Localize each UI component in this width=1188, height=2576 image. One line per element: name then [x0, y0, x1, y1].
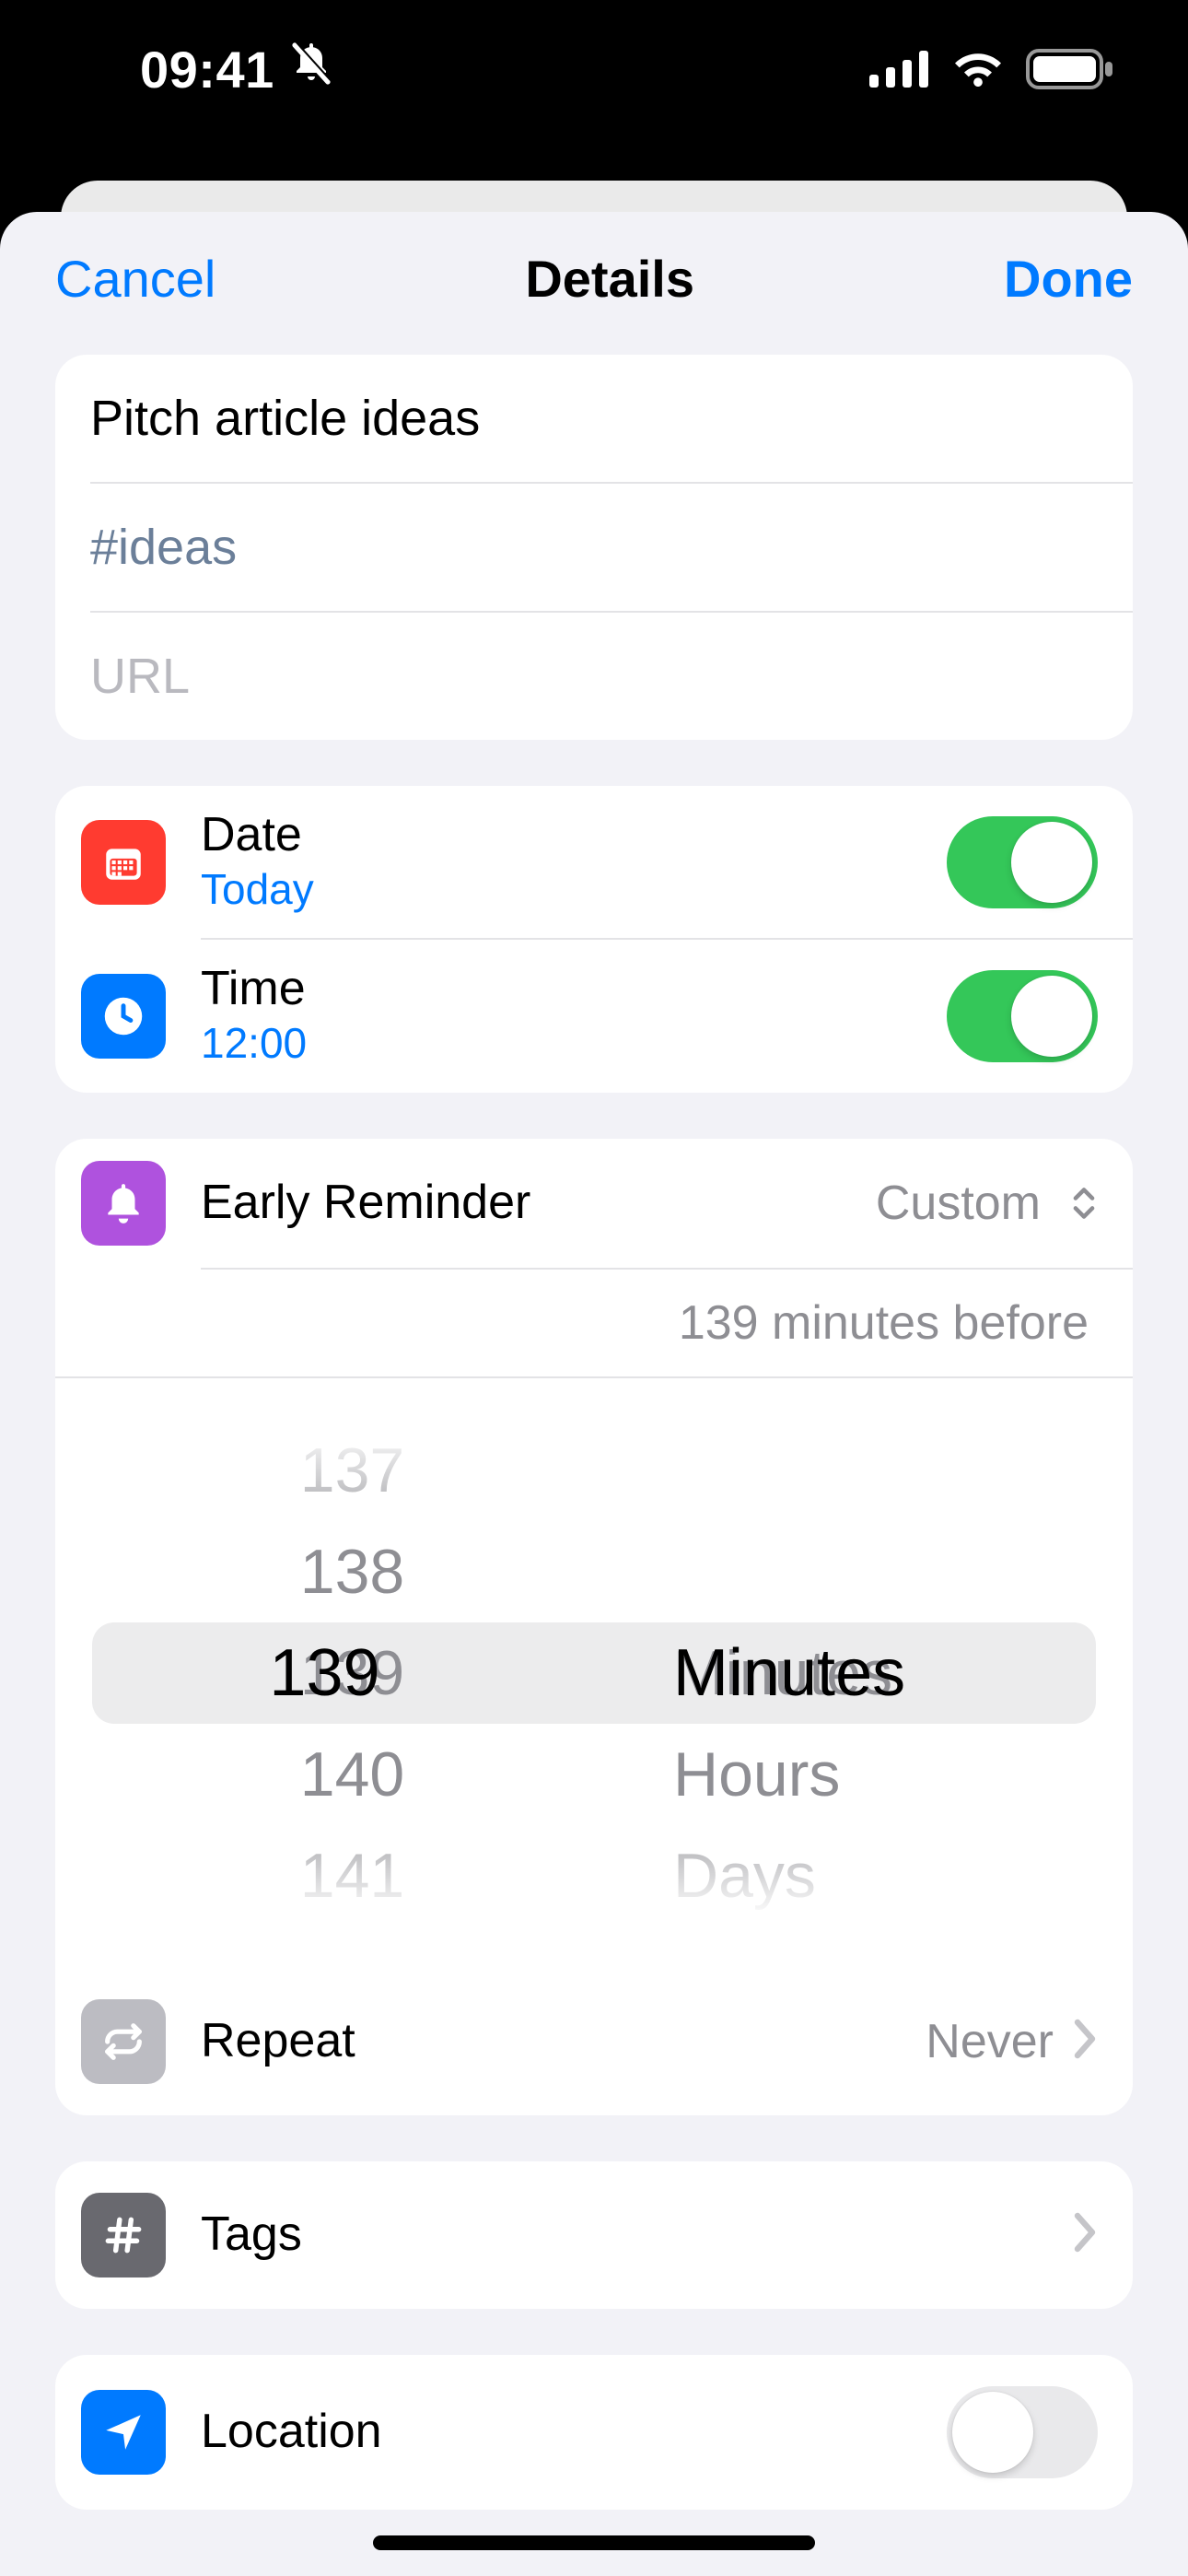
time-label: Time [201, 962, 947, 1017]
wifi-icon [950, 49, 1006, 89]
date-value: Today [201, 863, 947, 917]
location-icon [81, 2390, 166, 2475]
chevron-right-icon [1072, 2212, 1098, 2257]
location-row[interactable]: Location [55, 2355, 1133, 2510]
title-field[interactable]: Pitch article ideas [55, 355, 1133, 482]
cellular-icon [869, 51, 930, 88]
repeat-row[interactable]: Repeat Never [55, 1968, 1133, 2115]
url-field[interactable]: URL [55, 613, 1133, 740]
done-button[interactable]: Done [1004, 249, 1133, 309]
date-toggle[interactable] [947, 816, 1098, 908]
time-value: 12:00 [201, 1017, 947, 1071]
hash-icon [81, 2193, 166, 2277]
status-time: 09:41 [140, 40, 274, 100]
early-reminder-summary: 139 minutes before [55, 1270, 1133, 1376]
battery-icon [1026, 49, 1114, 89]
cancel-button[interactable]: Cancel [55, 249, 215, 309]
early-reminder-mode: Custom [876, 1176, 1041, 1231]
repeat-icon [81, 1999, 166, 2084]
bell-icon [81, 1161, 166, 1246]
repeat-value: Never [926, 2014, 1054, 2069]
chevron-right-icon [1072, 2019, 1098, 2064]
calendar-icon [81, 820, 166, 905]
time-row[interactable]: Time 12:00 [55, 940, 1133, 1092]
notes-field[interactable]: #ideas [55, 484, 1133, 611]
clock-icon [81, 974, 166, 1059]
picker-selected-unit: Minutes [594, 1622, 1133, 1724]
tags-group: Tags [55, 2161, 1133, 2309]
date-time-group: Date Today Time 12:00 [55, 786, 1133, 1093]
location-group: Location [55, 2355, 1133, 2510]
do-not-disturb-icon [289, 40, 333, 100]
text-fields-group: Pitch article ideas #ideas URL [55, 355, 1133, 740]
page-title: Details [525, 249, 694, 309]
location-label: Location [201, 2405, 947, 2460]
early-reminder-label: Early Reminder [201, 1176, 876, 1231]
early-reminder-group: Early Reminder Custom 139 minutes before [55, 1139, 1133, 2115]
early-reminder-row[interactable]: Early Reminder Custom [55, 1139, 1133, 1268]
repeat-label: Repeat [201, 2014, 926, 2069]
status-bar: 09:41 [0, 0, 1188, 166]
popup-indicator-icon [1070, 1185, 1098, 1222]
details-sheet: Cancel Details Done Pitch article ideas … [0, 212, 1188, 2576]
time-toggle[interactable] [947, 970, 1098, 1062]
location-toggle[interactable] [947, 2386, 1098, 2478]
date-label: Date [201, 808, 947, 863]
nav-bar: Cancel Details Done [0, 212, 1188, 355]
picker-selected-number: 139 [55, 1622, 594, 1724]
date-row[interactable]: Date Today [55, 786, 1133, 938]
custom-picker[interactable]: 135 136 137 138 139 140 141 142 143 [55, 1378, 1133, 1968]
home-indicator [373, 2535, 815, 2550]
tags-label: Tags [201, 2207, 1072, 2263]
tags-row[interactable]: Tags [55, 2161, 1133, 2309]
